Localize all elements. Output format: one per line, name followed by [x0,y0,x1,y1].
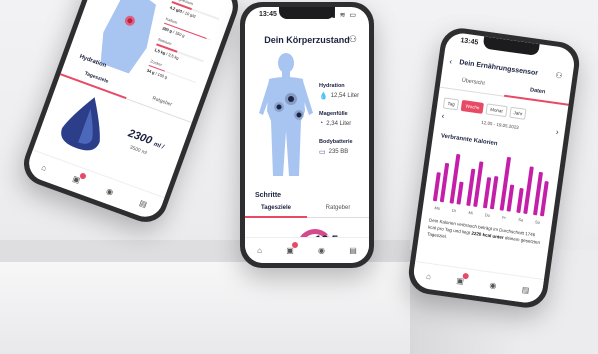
notch [279,7,335,19]
document-icon[interactable]: ▤ [138,198,148,209]
water-drop-graphic [61,97,100,151]
battery-icon: ▭ [319,149,326,156]
chart-bar [516,188,524,213]
inbox-icon[interactable]: ▣ [456,272,470,286]
chart-tick-label: Mi [468,210,473,216]
phone-center-screen: 13:45 ▮▮ ≋ ▭ Dein Körperzustand ⚇ Hydrat… [245,7,369,263]
inbox-icon[interactable]: ▣ [286,242,298,255]
chart-bar [489,176,499,210]
metric-value: 12,54 Liter [330,93,360,99]
chart-tick-label: Do [485,212,492,218]
metric-hydration: Hydration 💧 12,54 Liter [319,83,359,100]
user-icon[interactable]: ⚇ [555,71,563,81]
filter-woche[interactable]: Woche [460,99,485,114]
droplet-icon: 💧 [319,93,328,100]
notch [482,36,540,57]
chart-bar [506,184,515,212]
hydration-goal: 3500 ml [128,144,148,157]
status-time: 13:45 [459,37,479,47]
tab-uebersicht[interactable]: Übersicht [439,74,506,97]
chart-bar [523,166,534,214]
chart-bar [432,172,441,202]
chart-tick-label: So [535,219,541,225]
calories-bar-chart: Mo Di Mi Do Fr Sa So [432,154,549,225]
phone-left-screen: Magnesium 4,2 g/d / 10 g/d Kalium 280 g / 1… [24,0,238,222]
phone-left: Magnesium 4,2 g/d / 10 g/d Kalium 280 g / 1… [17,0,245,229]
metric-label: Magenfülle [319,111,348,117]
pedestal [0,262,410,354]
metric-value: 235 BB [328,149,349,155]
chart-tick-label: Fr [502,215,507,221]
tab-ratgeber[interactable]: Ratgeber [307,205,369,218]
page-title: Dein Ernährungssensor [458,59,539,78]
chart-bar [456,181,464,205]
filter-tag[interactable]: Tag [442,97,460,111]
metric-value: 2,34 Liter [326,120,352,127]
phone-center: 13:45 ▮▮ ≋ ▭ Dein Körperzustand ⚇ Hydrat… [240,2,374,268]
back-icon[interactable]: ‹ [449,57,453,66]
chart-tick-label: Mo [434,205,441,211]
notification-badge [78,172,87,180]
tab-bar: Tagesziele Ratgeber [245,205,369,218]
chart-tick-label: Di [452,208,457,213]
document-icon[interactable]: ▤ [521,285,530,295]
home-icon[interactable]: ⌂ [40,163,48,173]
metric-bodybatterie: Bodybatterie ▭ 235 BB [319,139,353,156]
tab-daten[interactable]: Daten [504,83,571,106]
tab-tagesziele[interactable]: Tagesziele [245,205,307,218]
chart-tick-label: Sa [518,217,524,223]
metric-magenfuelle: Magenfülle ◔ 2,34 Liter [319,111,351,127]
user-icon[interactable]: ⚇ [349,34,357,45]
filter-jahr[interactable]: Jahr [508,106,528,120]
notification-badge [462,272,470,280]
status-time: 13:45 [259,11,277,18]
chart-bar [483,177,492,209]
filter-monat[interactable]: Monat [485,103,508,118]
metric-label: Hydration [319,83,345,89]
globe-icon[interactable]: ◉ [105,186,115,197]
date-range: 12.05 - 19.05.2023 [480,119,520,131]
chart-bar [439,162,450,203]
chart-bar [466,168,476,206]
metric-label: Bodybatterie [319,139,353,145]
globe-icon[interactable]: ◉ [318,246,325,255]
document-icon[interactable]: ▤ [349,246,357,255]
home-icon[interactable]: ⌂ [257,246,262,255]
chart-bar [540,181,549,217]
inbox-icon[interactable]: ▣ [71,172,87,185]
stomach-icon: ◔ [319,120,324,127]
notification-badge [291,242,298,248]
section-title: Schritte [255,192,282,199]
globe-icon[interactable]: ◉ [489,281,497,291]
body-silhouette [259,53,313,176]
chart-bar [473,161,484,207]
bottom-nav: ⌂ ▣ ◉ ▤ [24,149,165,222]
bottom-nav: ⌂ ▣ ◉ ▤ [245,237,369,263]
home-icon[interactable]: ⌂ [426,272,432,282]
